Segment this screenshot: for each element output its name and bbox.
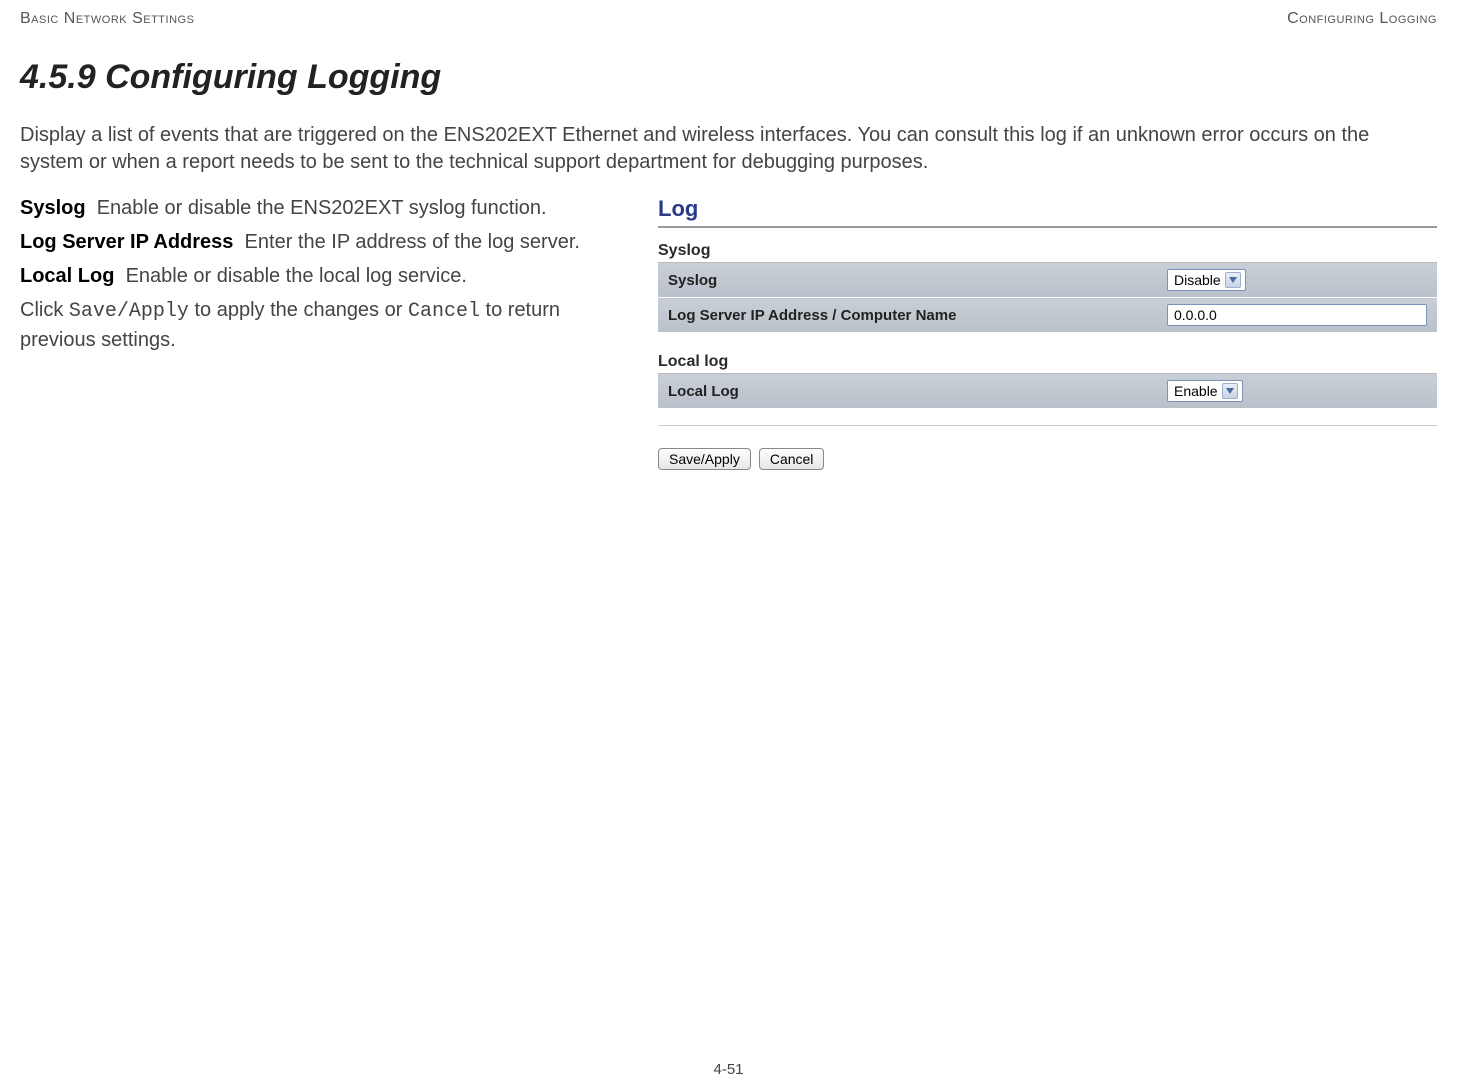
locallog-group-label: Local log <box>658 353 1437 371</box>
panel-title: Log <box>658 196 1437 222</box>
def-syslog-desc: Enable or disable the ENS202EXT syslog f… <box>97 197 547 219</box>
def-locallog: Local Log Enable or disable the local lo… <box>20 262 640 290</box>
def-logserver: Log Server IP Address Enter the IP addre… <box>20 228 640 256</box>
header-left: Basic Network Settings <box>20 10 194 28</box>
save-apply-literal: Save/Apply <box>69 300 189 323</box>
divider <box>658 425 1437 426</box>
syslog-row-label: Syslog <box>658 263 1157 298</box>
page-number: 4-51 <box>0 1061 1457 1078</box>
chevron-down-icon <box>1225 272 1241 288</box>
section-heading: 4.5.9 Configuring Logging <box>20 58 1437 97</box>
table-row: Syslog Disable <box>658 263 1437 298</box>
intro-paragraph: Display a list of events that are trigge… <box>20 122 1437 176</box>
cancel-button[interactable]: Cancel <box>759 448 825 470</box>
save-apply-button[interactable]: Save/Apply <box>658 448 751 470</box>
header-right: Configuring Logging <box>1287 10 1437 28</box>
chevron-down-icon <box>1222 383 1238 399</box>
def-logserver-desc: Enter the IP address of the log server. <box>245 231 580 253</box>
syslog-select-value: Disable <box>1174 272 1221 288</box>
locallog-select-value: Enable <box>1174 383 1218 399</box>
table-row: Local Log Enable <box>658 374 1437 409</box>
def-syslog-term: Syslog <box>20 197 86 219</box>
def-syslog: Syslog Enable or disable the ENS202EXT s… <box>20 194 640 222</box>
syslog-table: Syslog Disable Log Server IP Address / C… <box>658 263 1437 333</box>
syslog-select[interactable]: Disable <box>1167 269 1246 291</box>
table-row: Log Server IP Address / Computer Name <box>658 298 1437 333</box>
divider <box>658 226 1437 228</box>
locallog-table: Local Log Enable <box>658 374 1437 409</box>
instruction-line: Click Save/Apply to apply the changes or… <box>20 296 640 354</box>
ip-row-label: Log Server IP Address / Computer Name <box>658 298 1157 333</box>
locallog-select[interactable]: Enable <box>1167 380 1243 402</box>
def-locallog-desc: Enable or disable the local log service. <box>126 265 467 287</box>
def-logserver-term: Log Server IP Address <box>20 231 233 253</box>
syslog-group-label: Syslog <box>658 242 1437 260</box>
def-locallog-term: Local Log <box>20 265 114 287</box>
locallog-row-label: Local Log <box>658 374 1157 409</box>
log-server-ip-input[interactable] <box>1167 304 1427 326</box>
cancel-literal: Cancel <box>408 300 480 323</box>
